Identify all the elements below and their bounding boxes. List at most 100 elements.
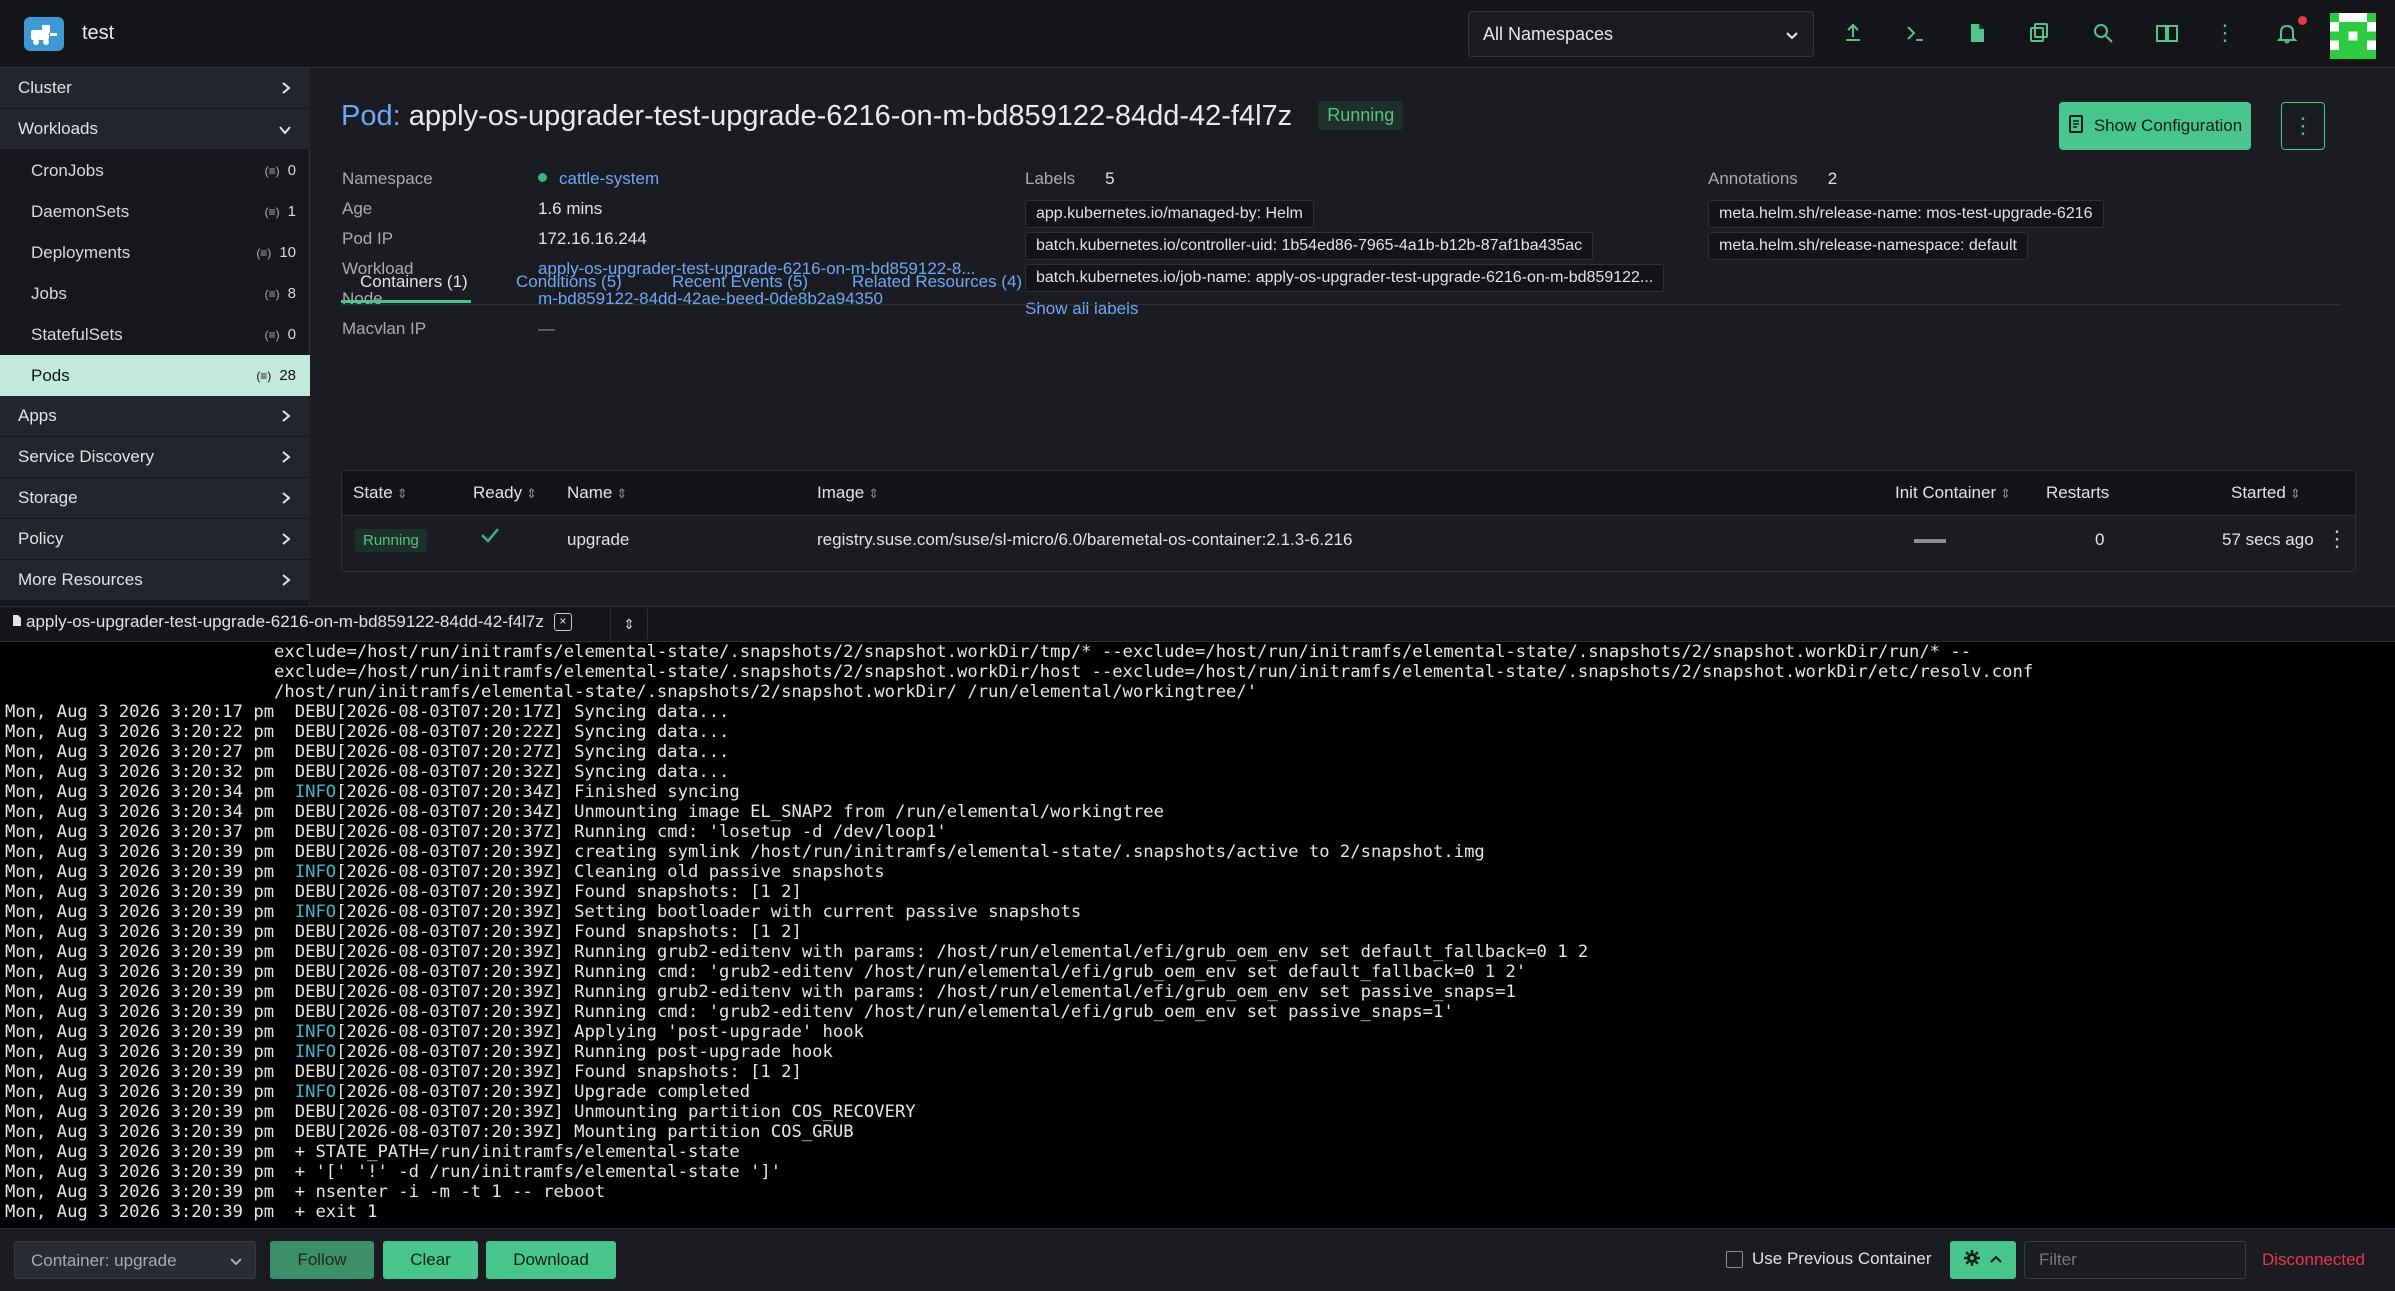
log-line: Mon, Aug 3 2026 3:20:39 pm + '[' '!' -d … [0,1162,2395,1182]
log-timestamp: Mon, Aug 3 2026 3:20:22 pm [5,722,275,742]
log-stamp: [2026-08-03T07:20:22Z] [336,722,564,742]
sidebar-group-storage[interactable]: Storage [0,478,310,519]
use-previous-container-toggle[interactable]: Use Previous Container [1726,1249,1932,1269]
log-line: Mon, Aug 3 2026 3:20:17 pm DEBU[2026-08-… [0,702,2395,722]
log-line: Mon, Aug 3 2026 3:20:39 pm DEBU[2026-08-… [0,962,2395,982]
log-message: Syncing data... [574,722,730,742]
log-timestamp: Mon, Aug 3 2026 3:20:39 pm [5,1022,275,1042]
tab-containers[interactable]: Containers (1) [360,272,468,292]
log-stamp: [2026-08-03T07:20:39Z] [336,842,564,862]
log-stamp: [2026-08-03T07:20:39Z] [336,962,564,982]
sidebar-group-cluster[interactable]: Cluster [0,68,310,109]
sort-icon: ⇕ [2000,486,2012,501]
sidebar-item-jobs[interactable]: Jobs (≡) 8 [0,273,310,314]
sidebar-item-count: 0 [287,162,296,179]
sidebar-group-apps[interactable]: Apps [0,396,310,437]
sidebar-item-cronjobs[interactable]: CronJobs (≡) 0 [0,150,310,191]
namespace-icon: (≡) [264,327,280,342]
annotations-title: Annotations 2 [1708,169,1838,188]
column-header-init-container[interactable]: Init Container ⇕ [1895,483,2011,503]
log-stamp: [2026-08-03T07:20:39Z] [336,902,564,922]
close-icon[interactable]: × [553,613,572,631]
log-message: + exit 1 [294,1202,378,1222]
cluster-name[interactable]: test [82,22,114,45]
sidebar-item-daemonsets[interactable]: DaemonSets (≡) 1 [0,191,310,232]
sort-icon: ⇕ [526,486,538,501]
terminal-tab[interactable]: apply-os-upgrader-test-upgrade-6216-on-m… [12,612,572,632]
log-message: Upgrade completed [574,1082,751,1102]
sidebar-group-workloads[interactable]: Workloads [0,109,310,150]
import-icon[interactable] [1840,20,1866,46]
avatar[interactable] [2330,13,2376,59]
sidebar-group-service-discovery[interactable]: Service Discovery [0,437,310,478]
tab-related-resources[interactable]: Related Resources (4) [852,272,1022,292]
log-timestamp: Mon, Aug 3 2026 3:20:39 pm [5,1202,275,1222]
sidebar-group-label: Service Discovery [18,447,155,466]
more-actions-button[interactable]: ⋮ [2281,102,2325,150]
log-stamp: [2026-08-03T07:20:27Z] [336,742,564,762]
log-timestamp: Mon, Aug 3 2026 3:20:39 pm [5,982,275,1002]
log-level: INFO [294,1042,337,1062]
log-level: DEBU [294,702,337,722]
active-tab-indicator [341,300,471,303]
log-timestamp: Mon, Aug 3 2026 3:20:39 pm [5,1102,275,1122]
sidebar-group-more-resources[interactable]: More Resources [0,560,310,601]
book-icon[interactable] [2154,20,2180,46]
column-header-ready[interactable]: Ready ⇕ [473,483,537,503]
log-level: DEBU [294,922,337,942]
tab-recent-events[interactable]: Recent Events (5) [672,272,808,292]
download-button[interactable]: Download [486,1241,616,1279]
namespace-select[interactable]: All Namespaces [1468,11,1814,57]
log-timestamp: Mon, Aug 3 2026 3:20:34 pm [5,782,275,802]
settings-button[interactable] [1950,1241,2016,1279]
chevron-right-icon [280,490,292,510]
clear-button[interactable]: Clear [383,1241,478,1279]
follow-button[interactable]: Follow [270,1241,374,1279]
log-controls: Container: upgrade Follow Clear Download… [0,1228,2395,1291]
log-output[interactable]: exclude=/host/run/initramfs/elemental-st… [0,642,2395,1228]
column-header-started[interactable]: Started ⇕ [2231,483,2301,503]
use-previous-container-label: Use Previous Container [1752,1249,1932,1268]
sidebar-group-policy[interactable]: Policy [0,519,310,560]
search-icon[interactable] [2090,20,2116,46]
sidebar-group-label: Cluster [18,78,72,97]
shell-icon[interactable] [1902,20,1928,46]
sidebar-item-deployments[interactable]: Deployments (≡) 10 [0,232,310,273]
column-header-restarts[interactable]: Restarts [2046,483,2109,503]
column-header-image[interactable]: Image ⇕ [817,483,879,503]
file-icon[interactable] [1964,20,1990,46]
use-previous-container-checkbox[interactable] [1726,1250,1743,1268]
column-header-name[interactable]: Name ⇕ [567,483,627,503]
row-actions-icon[interactable]: ⋮ [2326,526,2348,552]
log-level: INFO [294,862,337,882]
log-line: Mon, Aug 3 2026 3:20:39 pm DEBU[2026-08-… [0,1122,2395,1142]
namespace-link[interactable]: cattle-system [538,169,659,189]
filter-input[interactable] [2024,1241,2246,1279]
log-stamp: [2026-08-03T07:20:39Z] [336,942,564,962]
sidebar-item-pods[interactable]: Pods (≡) 28 [0,355,310,396]
label-tag: app.kubernetes.io/managed-by: Helm [1025,200,1314,228]
container-select[interactable]: Container: upgrade [14,1241,256,1279]
more-vertical-icon[interactable]: ⋮ [2212,20,2238,46]
sort-icon: ⇕ [396,486,408,501]
sidebar-item-label: Pods [31,366,70,385]
pod-kind-link[interactable]: Pod: [341,100,401,132]
expand-collapse-icon[interactable]: ⇕ [610,609,648,639]
log-line: Mon, Aug 3 2026 3:20:34 pm INFO[2026-08-… [0,782,2395,802]
show-configuration-button[interactable]: Show Configuration [2059,102,2251,150]
log-message: Found snapshots: [1 2] [574,882,802,902]
sidebar-item-count: 10 [279,244,296,261]
log-stamp: [2026-08-03T07:20:37Z] [336,822,564,842]
sidebar-item-label: Jobs [31,284,67,303]
log-message: Setting bootloader with current passive … [574,902,1082,922]
log-timestamp: Mon, Aug 3 2026 3:20:39 pm [5,922,275,942]
cluster-logo-icon[interactable] [24,17,64,51]
init-container-dash [1914,529,1946,543]
sidebar-item-statefulsets[interactable]: StatefulSets (≡) 0 [0,314,310,355]
column-header-state[interactable]: State ⇕ [353,483,408,503]
macvlan-ip-label: Macvlan IP [342,319,427,338]
copy-icon[interactable] [2026,20,2052,46]
log-level: DEBU [294,982,337,1002]
bell-icon[interactable] [2274,20,2300,46]
tab-conditions[interactable]: Conditions (5) [516,272,622,292]
